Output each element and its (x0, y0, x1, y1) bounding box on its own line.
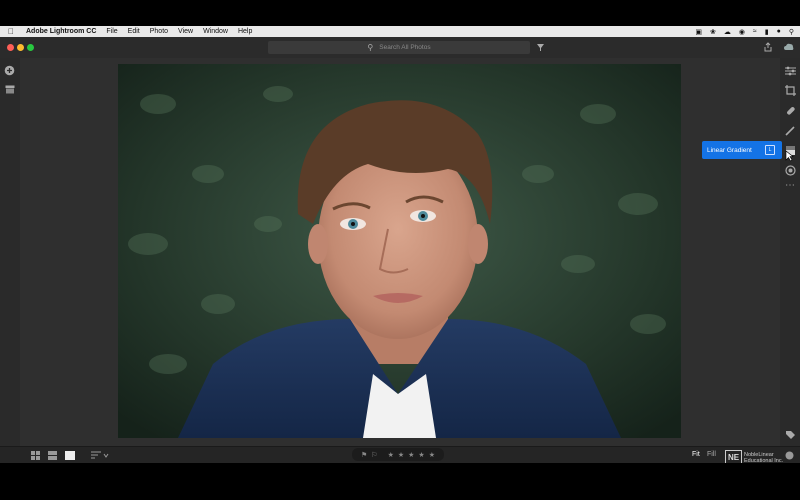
edit-sliders-icon[interactable] (785, 66, 796, 76)
flag-reject-icon[interactable]: ⚐ (371, 451, 377, 459)
photo-grid-icon[interactable] (48, 451, 57, 460)
search-placeholder: Search All Photos (379, 44, 431, 51)
menu-view[interactable]: View (178, 28, 193, 35)
wifi-icon[interactable]: ≈ (753, 28, 757, 35)
linear-gradient-tooltip: Linear Gradient L (702, 141, 782, 159)
menu-window[interactable]: Window (203, 28, 228, 35)
crop-icon[interactable] (785, 85, 796, 96)
bottom-letterbox (0, 463, 800, 500)
camera-icon[interactable]: ▣ (695, 28, 702, 36)
flag-pick-icon[interactable]: ⚑ (361, 451, 367, 459)
tooltip-shortcut: L (765, 145, 775, 155)
cloud-icon[interactable]: ☁ (724, 28, 731, 36)
portrait-photo[interactable] (118, 64, 681, 438)
menu-app-name[interactable]: Adobe Lightroom CC (26, 28, 96, 35)
healing-brush-icon[interactable] (785, 105, 796, 116)
my-photos-icon[interactable] (5, 85, 15, 94)
zoom-window-button[interactable] (27, 44, 34, 51)
eye-icon[interactable]: ◉ (739, 28, 745, 36)
tag-icon[interactable] (785, 430, 796, 441)
user-icon[interactable]: ● (777, 28, 781, 35)
spotlight-search-icon[interactable]: ⚲ (789, 28, 794, 36)
search-bar[interactable]: ⚲ Search All Photos (268, 41, 530, 54)
star-5-icon[interactable]: ★ (429, 451, 435, 459)
detail-view-icon[interactable] (65, 451, 75, 460)
cloud-sync-icon[interactable] (783, 42, 795, 52)
star-4-icon[interactable]: ★ (418, 451, 424, 459)
top-letterbox (0, 0, 800, 26)
brush-icon[interactable] (785, 125, 796, 136)
right-rail: ⋯ (780, 58, 800, 446)
creative-cloud-icon[interactable]: ❀ (710, 28, 716, 36)
radial-gradient-icon[interactable] (785, 165, 796, 176)
sort-icon[interactable] (91, 451, 109, 460)
close-window-button[interactable] (7, 44, 14, 51)
share-icon[interactable] (763, 42, 773, 52)
battery-icon[interactable]: ▮ (765, 28, 769, 36)
rating-bar[interactable]: ⚑ ⚐ ★ ★ ★ ★ ★ (352, 448, 444, 461)
more-options-icon[interactable]: ⋯ (780, 180, 800, 191)
apple-icon[interactable]:  (8, 27, 20, 36)
menu-help[interactable]: Help (238, 28, 252, 35)
left-rail (0, 58, 20, 446)
fit-zoom-button[interactable]: Fit (692, 451, 700, 458)
menu-file[interactable]: File (106, 28, 117, 35)
filter-icon[interactable] (536, 43, 545, 52)
menu-edit[interactable]: Edit (128, 28, 140, 35)
star-1-icon[interactable]: ★ (388, 451, 394, 459)
mouse-cursor-icon (785, 150, 794, 162)
star-3-icon[interactable]: ★ (408, 451, 414, 459)
search-icon: ⚲ (367, 43, 374, 52)
menu-status-icons: ▣ ❀ ☁ ◉ ≈ ▮ ● ⚲ (695, 26, 794, 37)
menu-photo[interactable]: Photo (150, 28, 168, 35)
add-photos-icon[interactable] (4, 65, 15, 76)
minimize-window-button[interactable] (17, 44, 24, 51)
square-grid-icon[interactable] (31, 451, 40, 460)
star-2-icon[interactable]: ★ (398, 451, 404, 459)
tooltip-label: Linear Gradient (707, 146, 752, 154)
fill-zoom-button[interactable]: Fill (707, 451, 716, 458)
macos-menu-bar:  Adobe Lightroom CC File Edit Photo Vie… (0, 26, 800, 37)
